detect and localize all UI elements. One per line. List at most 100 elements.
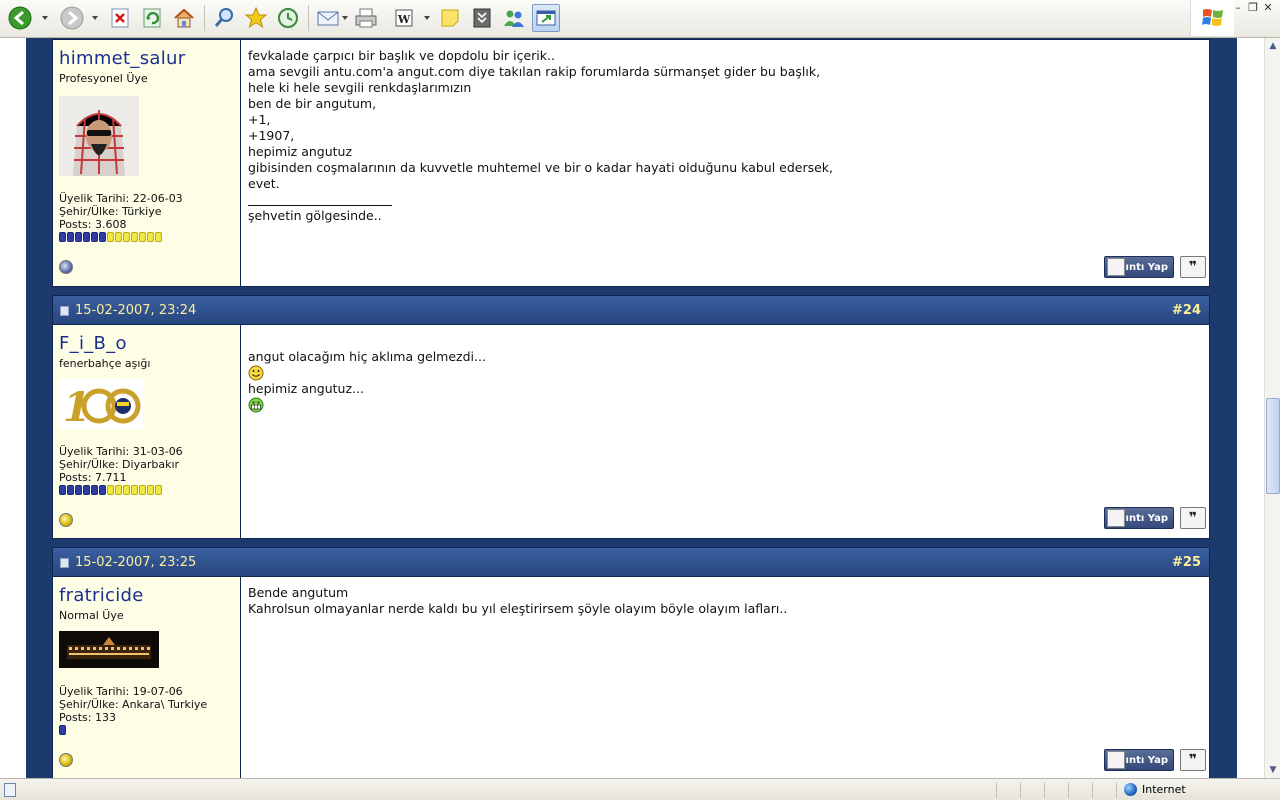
- print-icon[interactable]: [352, 4, 380, 32]
- post-message-text: angut olacağım hiç aklıma gelmezdi...: [248, 349, 486, 364]
- username-link[interactable]: F_i_B_o: [59, 333, 127, 354]
- multi-quote-button[interactable]: ❞: [1180, 507, 1206, 529]
- scroll-thumb[interactable]: [1266, 398, 1280, 494]
- back-dropdown-icon[interactable]: [42, 16, 48, 20]
- windows-logo-icon: [1190, 0, 1234, 36]
- edit-word-icon[interactable]: W: [390, 4, 418, 32]
- internet-zone-icon: [1124, 783, 1137, 796]
- reputation-pip: [123, 485, 130, 495]
- multi-quote-icon: ❞: [1188, 259, 1198, 275]
- multi-quote-button[interactable]: ❞: [1180, 749, 1206, 771]
- reputation-pip: [107, 232, 114, 242]
- message-column: angut olacağım hiç aklıma gelmezdi... he…: [242, 325, 1209, 538]
- reputation-bar: [59, 485, 162, 495]
- status-bar: Internet: [0, 778, 1280, 800]
- restore-icon[interactable]: ❐: [1247, 2, 1259, 16]
- minimize-icon[interactable]: –: [1232, 2, 1244, 16]
- forward-dropdown-icon[interactable]: [92, 16, 98, 20]
- reputation-pip: [155, 232, 162, 242]
- user-post-count: Posts: 3.608: [59, 218, 127, 231]
- user-avatar[interactable]: 1: [59, 379, 143, 429]
- reputation-pip: [139, 485, 146, 495]
- forward-icon[interactable]: [58, 4, 86, 32]
- online-status-icon: [59, 513, 73, 527]
- home-icon[interactable]: [170, 4, 198, 32]
- reputation-pip: [59, 232, 66, 242]
- window-controls: – ❐ ✕: [1232, 2, 1274, 16]
- note-icon[interactable]: [436, 4, 464, 32]
- mail-dropdown-icon[interactable]: [342, 16, 348, 20]
- user-avatar[interactable]: [59, 631, 159, 668]
- edit-dropdown-icon[interactable]: [424, 16, 430, 20]
- post-message: fevkalade çarpıcı bir başlık ve dopdolu …: [248, 48, 834, 191]
- user-post-count: Posts: 7.711: [59, 471, 127, 484]
- reputation-pip: [131, 232, 138, 242]
- reputation-pip: [59, 725, 66, 735]
- post-header: 15-02-2007, 23:25 #25: [52, 547, 1210, 577]
- post-body: himmet_salur Profesyonel Üye Üyelik Tari…: [52, 39, 1210, 287]
- reputation-pip: [131, 485, 138, 495]
- back-icon[interactable]: [6, 4, 34, 32]
- mail-icon[interactable]: [314, 4, 342, 32]
- post-document-icon: [60, 306, 69, 316]
- messenger-icon[interactable]: [500, 4, 528, 32]
- post-number-link[interactable]: #24: [1172, 303, 1201, 318]
- quote-button[interactable]: Alıntı Yap: [1104, 749, 1174, 771]
- favorites-icon[interactable]: [242, 4, 270, 32]
- reputation-pip: [139, 232, 146, 242]
- message-column: Bende angutum Kahrolsun olmayanlar nerde…: [242, 577, 1209, 778]
- multi-quote-icon: ❞: [1188, 752, 1198, 768]
- page-status-icon: [4, 783, 16, 797]
- post-date: 15-02-2007, 23:24: [75, 303, 197, 318]
- search-icon[interactable]: [210, 4, 238, 32]
- vertical-scrollbar[interactable]: ▲ ▼: [1264, 38, 1280, 778]
- reputation-pip: [115, 232, 122, 242]
- username-link[interactable]: fratricide: [59, 585, 144, 606]
- reputation-pip: [107, 485, 114, 495]
- reputation-pip: [91, 485, 98, 495]
- user-title: Profesyonel Üye: [59, 72, 148, 85]
- reputation-pip: [75, 485, 82, 495]
- user-avatar[interactable]: [59, 96, 139, 176]
- quote-pencil-icon: [1107, 751, 1125, 769]
- window-icon[interactable]: [532, 4, 560, 32]
- reputation-bar: [59, 232, 162, 242]
- multi-quote-icon: ❞: [1188, 510, 1198, 526]
- post-signature: şehvetin gölgesinde..: [248, 208, 382, 223]
- reputation-pip: [83, 485, 90, 495]
- post-message-line: hepimiz angutuz...: [248, 365, 364, 414]
- refresh-icon[interactable]: [138, 4, 166, 32]
- user-info-column: fratricide Normal Üye Üyelik Tarihi: 19-…: [53, 577, 241, 778]
- username-link[interactable]: himmet_salur: [59, 48, 185, 69]
- reputation-pip: [155, 485, 162, 495]
- join-date: Üyelik Tarihi: 22-06-03: [59, 192, 183, 205]
- scroll-up-icon[interactable]: ▲: [1265, 38, 1280, 54]
- message-column: fevkalade çarpıcı bir başlık ve dopdolu …: [242, 40, 1209, 286]
- post-number-link[interactable]: #25: [1172, 555, 1201, 570]
- reputation-pip: [91, 232, 98, 242]
- post-header: 15-02-2007, 23:24 #24: [52, 295, 1210, 325]
- history-icon[interactable]: [274, 4, 302, 32]
- post-body: F_i_B_o fenerbahçe aşığı 1 Üyelik Tarihi…: [52, 324, 1210, 539]
- reputation-pip: [99, 485, 106, 495]
- user-location: Şehir/Ülke: Diyarbakır: [59, 458, 180, 471]
- close-icon[interactable]: ✕: [1262, 2, 1274, 16]
- user-location: Şehir/Ülke: Ankara\ Turkiye: [59, 698, 208, 711]
- reputation-pip: [123, 232, 130, 242]
- post-message-text: hepimiz angutuz...: [248, 381, 364, 396]
- reputation-pip: [147, 232, 154, 242]
- reputation-pip: [67, 232, 74, 242]
- user-post-count: Posts: 133: [59, 711, 116, 724]
- grin-icon: [248, 397, 264, 413]
- multi-quote-button[interactable]: ❞: [1180, 256, 1206, 278]
- research-icon[interactable]: [468, 4, 496, 32]
- stop-icon[interactable]: [106, 4, 134, 32]
- quote-button[interactable]: Alıntı Yap: [1104, 256, 1174, 278]
- join-date: Üyelik Tarihi: 31-03-06: [59, 445, 183, 458]
- svg-text:1: 1: [63, 384, 91, 429]
- scroll-down-icon[interactable]: ▼: [1265, 762, 1280, 778]
- user-location: Şehir/Ülke: Türkiye: [59, 205, 162, 218]
- quote-button[interactable]: Alıntı Yap: [1104, 507, 1174, 529]
- quote-pencil-icon: [1107, 258, 1125, 276]
- page-viewport: himmet_salur Profesyonel Üye Üyelik Tari…: [0, 38, 1264, 778]
